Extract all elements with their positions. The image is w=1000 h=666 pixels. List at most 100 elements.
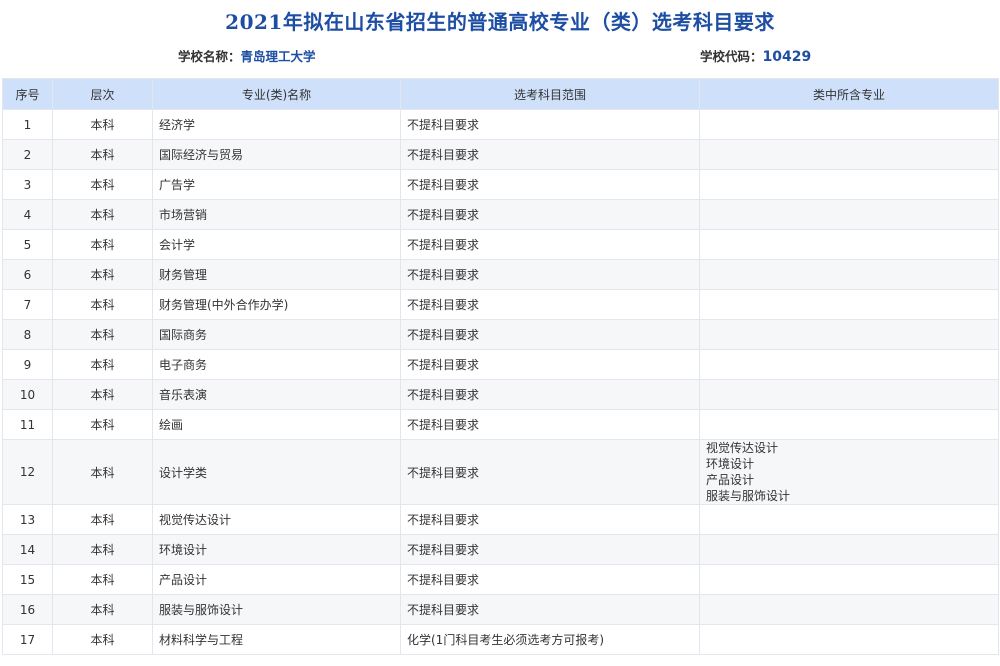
cell-level: 本科	[52, 319, 153, 350]
cell-major: 财务管理(中外合作办学)	[152, 289, 401, 320]
cell-level: 本科	[52, 624, 153, 655]
cell-requirement: 不提科目要求	[400, 289, 700, 320]
cell-included	[699, 594, 999, 625]
table-row: 16 本科 服装与服饰设计 不提科目要求	[2, 594, 999, 625]
table-body: 1 本科 经济学 不提科目要求 2 本科 国际经济与贸易 不提科目要求 3 本科 广告学 不提科目要求…	[2, 109, 999, 655]
table-row: 7 本科 财务管理(中外合作办学) 不提科目要求	[2, 289, 999, 320]
table-row: 4 本科 市场营销 不提科目要求	[2, 199, 999, 230]
cell-requirement: 不提科目要求	[400, 379, 700, 410]
cell-level: 本科	[52, 409, 153, 440]
cell-no: 3	[2, 169, 53, 200]
cell-requirement: 不提科目要求	[400, 319, 700, 350]
cell-no: 11	[2, 409, 53, 440]
cell-requirement: 不提科目要求	[400, 594, 700, 625]
cell-included	[699, 504, 999, 535]
requirements-table: 序号 层次 专业(类)名称 选考科目范围 类中所含专业 1 本科 经济学 不提科目要求…	[2, 78, 999, 655]
cell-no: 12	[2, 439, 53, 505]
table-header-row: 序号 层次 专业(类)名称 选考科目范围 类中所含专业	[2, 78, 999, 110]
cell-requirement: 化学(1门科目考生必须选考方可报考)	[400, 624, 700, 655]
cell-included	[699, 319, 999, 350]
cell-requirement: 不提科目要求	[400, 349, 700, 380]
cell-major: 经济学	[152, 109, 401, 140]
column-header-requirement: 选考科目范围	[400, 78, 700, 110]
table-row: 5 本科 会计学 不提科目要求	[2, 229, 999, 260]
cell-no: 16	[2, 594, 53, 625]
cell-level: 本科	[52, 199, 153, 230]
table-row: 12 本科 设计学类 不提科目要求 视觉传达设计 环境设计 产品设计 服装与服饰设计	[2, 439, 999, 505]
cell-major: 产品设计	[152, 564, 401, 595]
school-code-info: 学校代码：10429	[700, 46, 811, 66]
table-row: 10 本科 音乐表演 不提科目要求	[2, 379, 999, 410]
column-header-included: 类中所含专业	[699, 78, 999, 110]
page-title: 2021年拟在山东省招生的普通高校专业（类）选考科目要求	[225, 10, 775, 34]
cell-requirement: 不提科目要求	[400, 139, 700, 170]
table-row: 8 本科 国际商务 不提科目要求	[2, 319, 999, 350]
school-name-label: 学校名称：	[178, 49, 241, 64]
cell-no: 5	[2, 229, 53, 260]
cell-major: 视觉传达设计	[152, 504, 401, 535]
school-code-value: 10429	[762, 49, 812, 65]
cell-major: 广告学	[152, 169, 401, 200]
cell-level: 本科	[52, 504, 153, 535]
cell-major: 电子商务	[152, 349, 401, 380]
cell-requirement: 不提科目要求	[400, 564, 700, 595]
cell-included	[699, 624, 999, 655]
cell-requirement: 不提科目要求	[400, 229, 700, 260]
cell-major: 环境设计	[152, 534, 401, 565]
cell-level: 本科	[52, 379, 153, 410]
cell-no: 1	[2, 109, 53, 140]
table-row: 13 本科 视觉传达设计 不提科目要求	[2, 504, 999, 535]
cell-included: 视觉传达设计 环境设计 产品设计 服装与服饰设计	[699, 439, 999, 505]
cell-included	[699, 199, 999, 230]
table-row: 14 本科 环境设计 不提科目要求	[2, 534, 999, 565]
cell-level: 本科	[52, 439, 153, 505]
cell-included	[699, 564, 999, 595]
cell-level: 本科	[52, 229, 153, 260]
cell-included	[699, 229, 999, 260]
cell-major: 服装与服饰设计	[152, 594, 401, 625]
cell-level: 本科	[52, 594, 153, 625]
cell-requirement: 不提科目要求	[400, 259, 700, 290]
cell-no: 14	[2, 534, 53, 565]
column-header-level: 层次	[52, 78, 153, 110]
cell-level: 本科	[52, 109, 153, 140]
cell-no: 15	[2, 564, 53, 595]
cell-level: 本科	[52, 534, 153, 565]
cell-requirement: 不提科目要求	[400, 504, 700, 535]
school-info: 学校名称：青岛理工大学	[178, 46, 316, 66]
cell-included	[699, 259, 999, 290]
column-header-major: 专业(类)名称	[152, 78, 401, 110]
cell-level: 本科	[52, 139, 153, 170]
cell-no: 13	[2, 504, 53, 535]
cell-major: 财务管理	[152, 259, 401, 290]
cell-no: 6	[2, 259, 53, 290]
cell-included	[699, 534, 999, 565]
cell-requirement: 不提科目要求	[400, 439, 700, 505]
included-major: 环境设计	[706, 457, 755, 471]
cell-level: 本科	[52, 259, 153, 290]
cell-included	[699, 139, 999, 170]
cell-included	[699, 289, 999, 320]
cell-included	[699, 169, 999, 200]
cell-major: 国际商务	[152, 319, 401, 350]
cell-no: 9	[2, 349, 53, 380]
cell-no: 4	[2, 199, 53, 230]
column-header-no: 序号	[2, 78, 53, 110]
cell-level: 本科	[52, 289, 153, 320]
table-row: 6 本科 财务管理 不提科目要求	[2, 259, 999, 290]
cell-requirement: 不提科目要求	[400, 109, 700, 140]
included-major: 服装与服饰设计	[706, 489, 791, 503]
cell-major: 材料科学与工程	[152, 624, 401, 655]
cell-requirement: 不提科目要求	[400, 534, 700, 565]
table-row: 11 本科 绘画 不提科目要求	[2, 409, 999, 440]
cell-level: 本科	[52, 349, 153, 380]
cell-no: 7	[2, 289, 53, 320]
school-code-label: 学校代码：	[700, 49, 763, 64]
cell-major: 国际经济与贸易	[152, 139, 401, 170]
cell-included	[699, 349, 999, 380]
cell-major: 音乐表演	[152, 379, 401, 410]
school-name-value: 青岛理工大学	[240, 49, 316, 64]
cell-level: 本科	[52, 564, 153, 595]
cell-included	[699, 109, 999, 140]
cell-level: 本科	[52, 169, 153, 200]
